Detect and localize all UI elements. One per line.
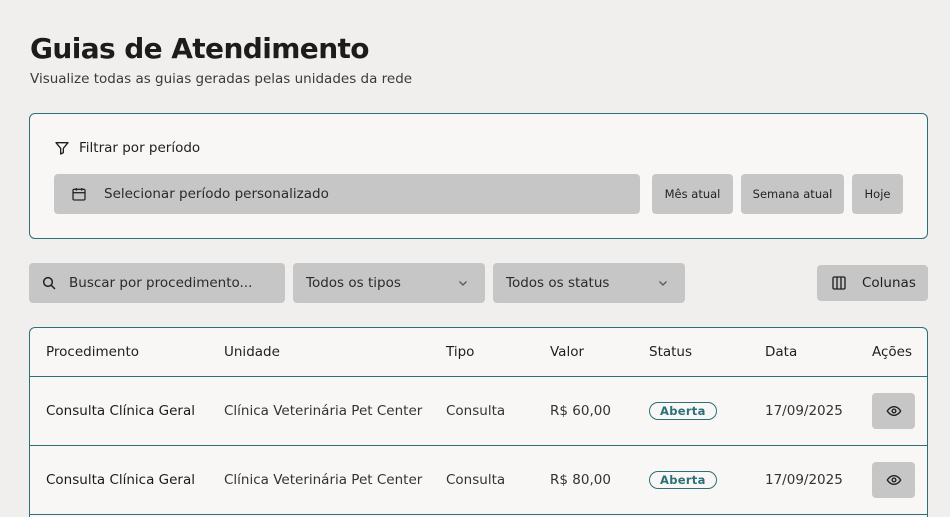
guides-table: Procedimento Unidade Tipo Valor Status D… (29, 327, 928, 517)
type-select[interactable]: Todos os tipos (293, 263, 485, 303)
columns-button[interactable]: Colunas (817, 265, 928, 301)
view-button[interactable] (872, 462, 915, 498)
filter-icon (54, 140, 70, 156)
table-header: Procedimento Unidade Tipo Valor Status D… (30, 328, 927, 377)
status-badge: Aberta (649, 402, 717, 420)
status-cell: Aberta (649, 402, 717, 420)
filter-label: Filtrar por período (54, 140, 200, 156)
custom-period-placeholder: Selecionar período personalizado (104, 186, 329, 202)
cell-procedimento: Consulta Clínica Geral (46, 403, 196, 419)
cell-tipo: Consulta (446, 403, 506, 419)
view-button[interactable] (872, 393, 915, 429)
column-header-status[interactable]: Status (649, 344, 692, 360)
column-header-acoes: Ações (872, 344, 913, 360)
current-month-button[interactable]: Mês atual (652, 174, 733, 214)
cell-data: 17/09/2025 (765, 403, 843, 419)
cell-tipo: Consulta (446, 472, 506, 488)
cell-unidade: Clínica Veterinária Pet Center (224, 472, 423, 488)
search-input[interactable]: Buscar por procedimento... (29, 263, 285, 303)
status-select[interactable]: Todos os status (493, 263, 685, 303)
status-cell: Aberta (649, 471, 717, 489)
table-row[interactable]: Consulta Clínica Geral Clínica Veterinár… (30, 446, 927, 515)
period-filter-card: Filtrar por período Selecionar período p… (29, 113, 928, 239)
status-badge: Aberta (649, 471, 717, 489)
custom-period-picker[interactable]: Selecionar período personalizado (54, 174, 640, 214)
search-placeholder: Buscar por procedimento... (69, 275, 253, 291)
search-icon (41, 275, 57, 291)
current-week-button[interactable]: Semana atual (741, 174, 844, 214)
page-title: Guias de Atendimento (30, 32, 370, 65)
cell-valor: R$ 60,00 (550, 403, 611, 419)
today-button[interactable]: Hoje (852, 174, 903, 214)
status-select-value: Todos os status (506, 275, 610, 291)
column-header-procedimento[interactable]: Procedimento (46, 344, 139, 360)
filter-label-text: Filtrar por período (79, 140, 201, 156)
columns-icon (831, 275, 847, 291)
calendar-icon (71, 186, 87, 202)
columns-label: Colunas (862, 275, 916, 291)
column-header-unidade[interactable]: Unidade (224, 344, 280, 360)
chevron-down-icon (457, 277, 469, 289)
cell-valor: R$ 80,00 (550, 472, 611, 488)
column-header-valor[interactable]: Valor (550, 344, 584, 360)
eye-icon (886, 403, 902, 419)
cell-procedimento: Consulta Clínica Geral (46, 472, 196, 488)
eye-icon (886, 472, 902, 488)
table-row[interactable]: Consulta Clínica Geral Clínica Veterinár… (30, 377, 927, 446)
chevron-down-icon (657, 277, 669, 289)
type-select-value: Todos os tipos (306, 275, 401, 291)
cell-data: 17/09/2025 (765, 472, 843, 488)
column-header-data[interactable]: Data (765, 344, 797, 360)
column-header-tipo[interactable]: Tipo (446, 344, 474, 360)
page-subtitle: Visualize todas as guias geradas pelas u… (30, 71, 413, 87)
cell-unidade: Clínica Veterinária Pet Center (224, 403, 423, 419)
